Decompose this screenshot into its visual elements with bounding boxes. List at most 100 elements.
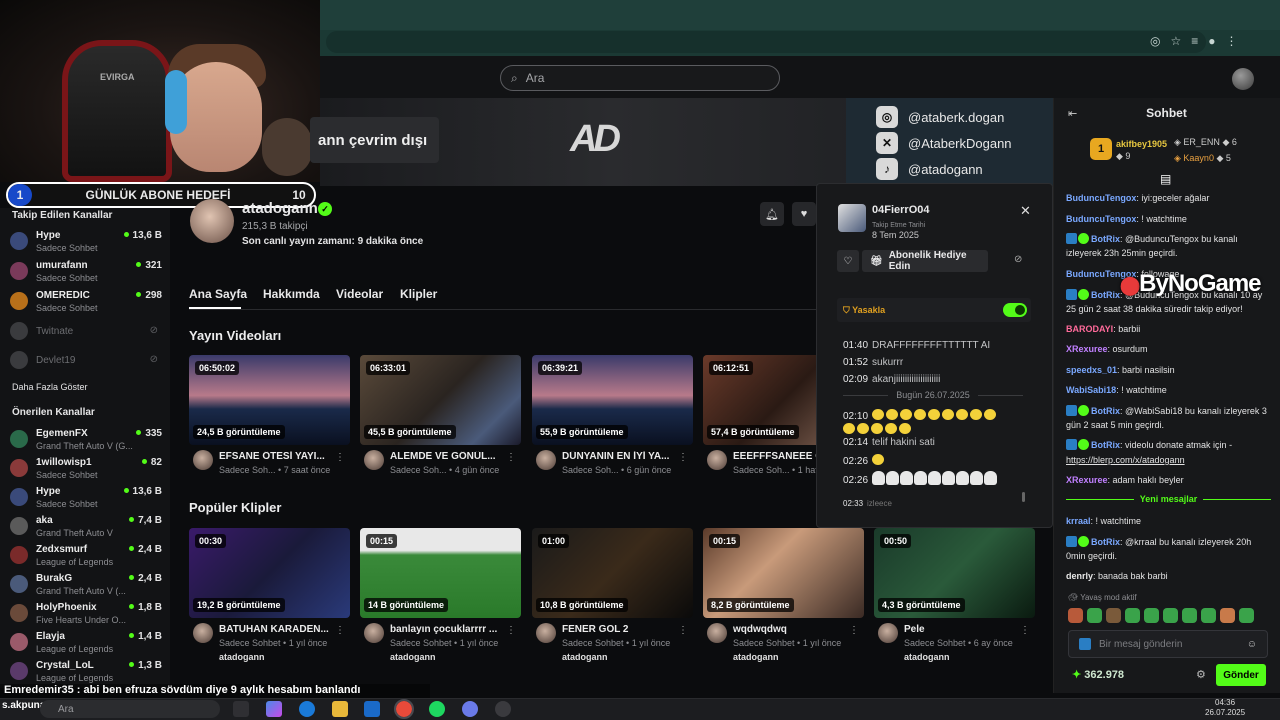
- chat-username[interactable]: BotRix: [1091, 234, 1120, 244]
- video-thumbnail[interactable]: 01:00 10,8 B görüntüleme: [532, 528, 693, 618]
- sidebar-item-suggested[interactable]: Elayja League of Legends 1,4 B: [10, 631, 162, 657]
- profile-icon[interactable]: ●: [1208, 34, 1215, 48]
- more-icon[interactable]: ⋮: [849, 625, 859, 636]
- chat-username[interactable]: BotRix: [1091, 290, 1120, 300]
- chat-username[interactable]: denrly: [1066, 571, 1093, 581]
- video-title[interactable]: BATUHAN KARADEN...: [219, 624, 329, 635]
- video-thumbnail[interactable]: 00:50 4,3 B görüntüleme: [874, 528, 1035, 618]
- clip-channel[interactable]: atadogann: [562, 652, 608, 662]
- top-gifter-name[interactable]: akifbey1905: [1116, 139, 1167, 149]
- show-more-link[interactable]: Daha Fazla Göster: [12, 382, 88, 392]
- more-icon[interactable]: ⋮: [335, 625, 345, 636]
- sidebar-item-twitnate[interactable]: Twitnate ⊘: [10, 320, 162, 346]
- channel-avatar[interactable]: [190, 199, 234, 243]
- folder-icon[interactable]: [332, 701, 348, 717]
- video-title[interactable]: ALEMDE VE GÖNÜL...: [390, 451, 500, 462]
- gift-sub-button[interactable]: 🎁︎ Abonelik Hediye Edin: [862, 250, 988, 272]
- gifter-3[interactable]: ◈ Kaayn0 ◆ 5: [1174, 153, 1231, 164]
- send-button[interactable]: Gönder: [1216, 664, 1266, 686]
- emote-icon[interactable]: [1220, 608, 1235, 623]
- video-title[interactable]: wqdwqdwq: [733, 624, 843, 635]
- video-title[interactable]: Pele: [904, 624, 1014, 635]
- popup-scrollbar[interactable]: [1022, 492, 1025, 502]
- sidebar-item-suggested[interactable]: Crystal_LoL League of Legends 1,3 B: [10, 660, 162, 686]
- chat-message-input[interactable]: Bir mesaj gönderin ☺: [1068, 630, 1268, 658]
- heart-icon[interactable]: ♥: [792, 202, 816, 226]
- pinned-menu-icon[interactable]: ▤: [1160, 172, 1171, 186]
- sidebar-item-followed[interactable]: OMEREDIC Sadece Sohbet 298: [10, 290, 162, 316]
- follow-heart-button[interactable]: ♡: [837, 250, 859, 272]
- social-x[interactable]: ✕ @AtaberkDogann: [876, 132, 1012, 154]
- social-tiktok[interactable]: ♪ @atadogann: [876, 158, 983, 180]
- sidebar-item-devlet19[interactable]: Devlet19 ⊘: [10, 349, 162, 375]
- sidebar-item-suggested[interactable]: BurakG Grand Theft Auto V (... 2,4 B: [10, 573, 162, 599]
- sidebar-item-suggested[interactable]: 1willowisp1 Sadece Sohbet 82: [10, 457, 162, 483]
- more-icon[interactable]: ⋮: [335, 452, 345, 463]
- emote-icon[interactable]: [1201, 608, 1216, 623]
- playlist-icon[interactable]: ≡: [1191, 34, 1198, 48]
- chat-username[interactable]: BotRix: [1091, 440, 1120, 450]
- chat-username[interactable]: speedxs_01: [1066, 365, 1117, 375]
- chat-username[interactable]: BARODAYI: [1066, 324, 1113, 334]
- tab-videos[interactable]: Videolar: [336, 287, 383, 301]
- mute-icon[interactable]: ⊘: [1014, 254, 1022, 265]
- emote-icon[interactable]: [1239, 608, 1254, 623]
- obs-icon[interactable]: [495, 701, 511, 717]
- edge-icon[interactable]: [299, 701, 315, 717]
- emote-icon[interactable]: [1106, 608, 1121, 623]
- video-thumbnail[interactable]: 00:15 8,2 B görüntüleme: [703, 528, 864, 618]
- video-thumbnail[interactable]: 00:30 19,2 B görüntüleme: [189, 528, 350, 618]
- video-title[interactable]: EFSANE ÖTESİ YAYI...: [219, 451, 329, 462]
- more-icon[interactable]: ⋮: [506, 452, 516, 463]
- emote-icon[interactable]: [1144, 608, 1159, 623]
- chat-username[interactable]: krraal: [1066, 516, 1091, 526]
- clip-channel[interactable]: atadogann: [390, 652, 436, 662]
- chat-username[interactable]: BuduncuTengox: [1066, 193, 1136, 203]
- emote-icon[interactable]: [1068, 608, 1083, 623]
- sidebar-item-followed[interactable]: Hype Sadece Sohbet 13,6 B: [10, 230, 162, 256]
- sidebar-item-suggested[interactable]: aka Grand Theft Auto V 7,4 B: [10, 515, 162, 541]
- sidebar-item-suggested[interactable]: Zedxsmurf League of Legends 2,4 B: [10, 544, 162, 570]
- emoji-icon[interactable]: ☺: [1247, 639, 1257, 650]
- chat-username[interactable]: WabiSabi18: [1066, 385, 1116, 395]
- video-thumbnail[interactable]: 00:15 14 B görüntüleme: [360, 528, 521, 618]
- tab-about[interactable]: Hakkımda: [263, 287, 320, 301]
- eye-off-icon[interactable]: ◎: [1150, 34, 1160, 48]
- bell-icon[interactable]: 🔔︎: [760, 202, 784, 226]
- sidebar-item-suggested[interactable]: HolyPhoenix Five Hearts Under O... 1,8 B: [10, 602, 162, 628]
- star-icon[interactable]: ☆: [1170, 34, 1181, 48]
- emote-icon[interactable]: [1163, 608, 1178, 623]
- tab-clips[interactable]: Klipler: [400, 287, 437, 301]
- chat-username[interactable]: BotRix: [1091, 406, 1120, 416]
- emote-icon[interactable]: [1182, 608, 1197, 623]
- video-thumbnail[interactable]: 06:33:01 45,5 B görüntüleme: [360, 355, 521, 445]
- chat-username[interactable]: BuduncuTengox: [1066, 214, 1136, 224]
- channel-points[interactable]: ✦ 362.978: [1072, 668, 1124, 681]
- user-avatar[interactable]: [1232, 68, 1254, 90]
- chat-username[interactable]: BotRix: [1091, 537, 1120, 547]
- more-icon[interactable]: ⋮: [678, 625, 688, 636]
- chrome-icon[interactable]: [394, 699, 414, 719]
- sidebar-item-followed[interactable]: umurafann Sadece Sohbet 321: [10, 260, 162, 286]
- more-icon[interactable]: ⋮: [678, 452, 688, 463]
- taskbar-search[interactable]: Ara: [40, 700, 220, 718]
- app-icon[interactable]: [462, 701, 478, 717]
- social-instagram[interactable]: ◎ @ataberk.dogan: [876, 106, 1004, 128]
- sidebar-item-suggested[interactable]: Hype Sadece Sohbet 13,6 B: [10, 486, 162, 512]
- copilot-icon[interactable]: [266, 701, 282, 717]
- task-view-icon[interactable]: [233, 701, 249, 717]
- ban-toggle[interactable]: [1003, 303, 1027, 317]
- chat-link[interactable]: https://blerp.com/x/atadogann: [1066, 453, 1271, 467]
- close-icon[interactable]: ✕: [1020, 203, 1031, 219]
- chat-username[interactable]: XRexuree: [1066, 344, 1108, 354]
- search-input[interactable]: ⌕ Ara: [500, 65, 780, 91]
- clip-channel[interactable]: atadogann: [904, 652, 950, 662]
- video-thumbnail[interactable]: 06:50:02 24,5 B görüntüleme: [189, 355, 350, 445]
- spotify-icon[interactable]: [429, 701, 445, 717]
- tab-home[interactable]: Ana Sayfa: [189, 287, 247, 301]
- more-icon[interactable]: ⋮: [1226, 34, 1238, 48]
- video-title[interactable]: banlayın çocuklarrrr ...: [390, 624, 500, 635]
- more-icon[interactable]: ⋮: [1020, 625, 1030, 636]
- chat-username[interactable]: XRexuree: [1066, 475, 1108, 485]
- outlook-icon[interactable]: [364, 701, 380, 717]
